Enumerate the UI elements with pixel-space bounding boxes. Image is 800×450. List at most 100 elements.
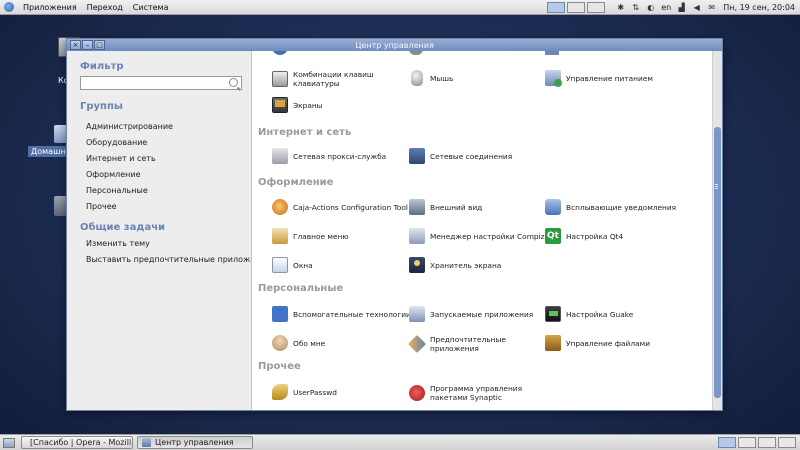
workspace-3[interactable] — [758, 437, 776, 448]
content-scrollbar[interactable] — [712, 51, 722, 410]
applet-preferred-apps[interactable]: Предпочтительные приложения — [407, 334, 548, 354]
qt-icon: Qt — [545, 228, 561, 244]
workspace-1[interactable] — [718, 437, 736, 448]
windows-icon — [272, 257, 288, 273]
sidebar: Фильтр Группы Администрирование Оборудов… — [67, 51, 270, 410]
top-panel-tray: ✱ ⇅ ◐ en ▟ ◀ ✉ Пн, 19 сен, 20:04 — [547, 0, 800, 15]
window-titlebar[interactable]: × – □ Центр управления — [67, 39, 722, 51]
bottom-panel: [Спасибо | Opera - Mozill... Центр управ… — [0, 434, 800, 450]
show-desktop-icon[interactable] — [3, 437, 15, 448]
category-internet: Интернет и сеть — [258, 127, 352, 138]
applet-caja-actions[interactable]: Caja-Actions Configuration Tool — [272, 199, 411, 215]
applet-qt4[interactable]: Qt Настройка Qt4 — [545, 228, 684, 244]
applet-file-management[interactable]: Управление файлами — [545, 335, 684, 351]
file-management-icon — [545, 335, 561, 351]
filter-heading: Фильтр — [80, 61, 124, 72]
control-center-window: × – □ Центр управления Фильтр Группы Адм… — [66, 38, 723, 411]
top-panel: Приложения Переход Система ✱ ⇅ ◐ en ▟ ◀ … — [0, 0, 800, 15]
maximize-icon[interactable]: □ — [94, 40, 105, 50]
menu-system[interactable]: Система — [128, 0, 174, 15]
update-icon[interactable]: ◐ — [645, 2, 656, 13]
workspace-switcher — [716, 437, 796, 448]
taskbar-item-label: Центр управления — [155, 438, 234, 447]
scrollbar-thumb[interactable] — [714, 127, 721, 398]
applets-panel: Комбинации клавиш клавиатуры Мышь Управл… — [251, 51, 722, 410]
category-personal: Персональные — [258, 283, 344, 294]
workspace-1[interactable] — [547, 2, 566, 13]
proxy-icon — [272, 148, 288, 164]
group-personal[interactable]: Персональные — [80, 183, 251, 199]
display-icon — [272, 97, 288, 113]
task-change-theme[interactable]: Изменить тему — [80, 236, 251, 252]
notification-icon — [545, 199, 561, 215]
filter-box — [80, 76, 242, 90]
applet-startup-apps[interactable]: Запускаемые приложения — [409, 306, 548, 322]
mail-icon[interactable]: ✉ — [706, 2, 717, 13]
applet-keyboard-shortcuts[interactable]: Комбинации клавиш клавиатуры — [272, 70, 411, 88]
applet-windows[interactable]: Окна — [272, 257, 411, 273]
applet-network-proxy[interactable]: Сетевая прокси-служба — [272, 148, 411, 164]
applet-about-me[interactable]: Обо мне — [272, 335, 411, 351]
startup-apps-icon — [409, 306, 425, 322]
keyboard-icon — [272, 71, 288, 87]
workspace-2[interactable] — [567, 2, 586, 13]
group-hardware[interactable]: Оборудование — [80, 135, 251, 151]
scrollbar-grip-icon — [715, 184, 718, 185]
applet-mouse[interactable]: Мышь — [409, 70, 548, 86]
signal-icon[interactable]: ▟ — [676, 2, 687, 13]
menu-places[interactable]: Переход — [82, 0, 128, 15]
taskbar-item-label: [Спасибо | Opera - Mozill... — [30, 438, 133, 447]
window-body: Фильтр Группы Администрирование Оборудов… — [67, 51, 722, 410]
group-appearance[interactable]: Оформление — [80, 167, 251, 183]
workspace-4[interactable] — [778, 437, 796, 448]
applet-compiz[interactable]: Менеджер настройки Compiz — [409, 228, 548, 244]
group-administration[interactable]: Администрирование — [80, 119, 251, 135]
applet-network-connections[interactable]: Сетевые соединения — [409, 148, 548, 164]
compiz-icon — [409, 228, 425, 244]
window-title: Центр управления — [355, 40, 434, 50]
filter-input[interactable] — [80, 76, 242, 90]
main-menu-icon — [272, 228, 288, 244]
applet-power-management[interactable]: Управление питанием — [545, 70, 684, 87]
applet-main-menu[interactable]: Главное меню — [272, 228, 411, 244]
volume-icon[interactable]: ◀ — [691, 2, 702, 13]
guake-icon — [545, 306, 561, 322]
applet-appearance[interactable]: Внешний вид — [409, 199, 548, 215]
main-menu-bar: Приложения Переход Система — [0, 0, 173, 15]
mouse-icon — [411, 70, 423, 86]
applet-displays[interactable]: Экраны — [272, 97, 411, 113]
appearance-icon — [409, 199, 425, 215]
caja-icon — [272, 199, 288, 215]
power-icon — [545, 70, 562, 87]
applet-userpasswd[interactable]: UserPasswd — [272, 384, 411, 400]
network-icon — [409, 148, 425, 164]
network-tray-icon[interactable]: ⇅ — [630, 2, 641, 13]
applet-accessibility[interactable]: Вспомогательные технологии — [272, 306, 411, 322]
window-controls: × – □ — [70, 40, 106, 50]
taskbar-item-opera[interactable]: [Спасибо | Opera - Mozill... — [21, 436, 133, 449]
task-preferred-apps[interactable]: Выставить предпочтительные приложения — [80, 252, 270, 268]
applet-synaptic[interactable]: Программа управления пакетами Synaptic — [409, 384, 548, 402]
menu-applications[interactable]: Приложения — [18, 0, 82, 15]
group-other[interactable]: Прочее — [80, 199, 251, 215]
taskbar-item-control-center[interactable]: Центр управления — [137, 436, 253, 449]
applet-screensaver[interactable]: Хранитель экрана — [409, 257, 548, 273]
close-icon[interactable]: × — [70, 40, 81, 50]
partial-row-icon-1 — [272, 51, 288, 55]
clock[interactable]: Пн, 19 сен, 20:04 — [723, 3, 795, 12]
partial-row-icon-3 — [545, 51, 559, 55]
category-other: Прочее — [258, 361, 301, 372]
screensaver-icon — [409, 257, 425, 273]
distro-logo-icon[interactable] — [4, 2, 14, 12]
applet-notifications[interactable]: Всплывающие уведомления — [545, 199, 684, 215]
minimize-icon[interactable]: – — [82, 40, 93, 50]
keyboard-layout[interactable]: en — [661, 3, 671, 12]
tasks-heading: Общие задачи — [80, 222, 166, 233]
category-appearance: Оформление — [258, 177, 334, 188]
workspace-3[interactable] — [587, 2, 606, 13]
search-icon[interactable] — [229, 78, 238, 87]
applet-guake[interactable]: Настройка Guake — [545, 306, 684, 322]
bluetooth-icon[interactable]: ✱ — [615, 2, 626, 13]
workspace-2[interactable] — [738, 437, 756, 448]
group-internet[interactable]: Интернет и сеть — [80, 151, 251, 167]
